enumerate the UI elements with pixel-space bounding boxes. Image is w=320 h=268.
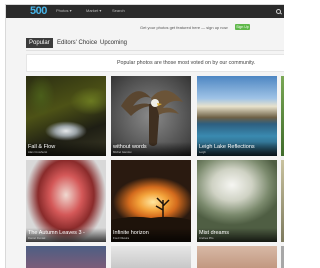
photo-card[interactable] xyxy=(197,246,277,268)
photo-author[interactable]: Michel Gierdov xyxy=(113,151,132,154)
photo-card[interactable]: Leigh Lake Reflections Leigh xyxy=(197,76,277,156)
photo-card[interactable] xyxy=(26,246,106,268)
tab-popular[interactable]: Popular xyxy=(26,38,53,48)
photo-title[interactable]: Leigh Lake Reflections xyxy=(199,144,255,150)
photo-card[interactable]: without words Michel Gierdov xyxy=(111,76,191,156)
subtitle-panel: Popular photos are those most voted on b… xyxy=(26,54,284,72)
photo-card[interactable] xyxy=(281,246,284,268)
photo-author[interactable]: Daniel Duniak xyxy=(28,237,45,240)
tabs-divider xyxy=(26,50,284,51)
photo-tabs: Popular Editors' Choice Upcoming xyxy=(26,37,284,49)
nav-search-link[interactable]: Search xyxy=(112,8,125,14)
photo-author[interactable]: Fred Oliveira xyxy=(113,237,129,240)
photo-card[interactable]: Mist dreams Andrea Pilo xyxy=(197,160,277,242)
tab-editors-choice[interactable]: Editors' Choice xyxy=(55,38,99,48)
nav-photos-menu[interactable]: Photos ▾ xyxy=(56,8,72,14)
photo-card[interactable] xyxy=(281,76,284,156)
promo-text: Get your photos get featured here — sign… xyxy=(140,25,228,30)
tab-upcoming[interactable]: Upcoming xyxy=(98,38,129,48)
top-navigation-bar: 500 Photos ▾ Market ▾ Search xyxy=(6,5,284,18)
browser-viewport: 500 Photos ▾ Market ▾ Search Get your ph… xyxy=(5,4,284,268)
subtitle-text: Popular photos are those most voted on b… xyxy=(117,60,256,66)
photo-author[interactable]: Alan Crowhurst xyxy=(28,151,47,154)
search-icon[interactable] xyxy=(276,9,281,14)
photo-card[interactable] xyxy=(111,246,191,268)
site-logo[interactable]: 500 xyxy=(30,6,47,17)
photo-card[interactable] xyxy=(281,160,284,242)
photo-author[interactable]: Leigh xyxy=(199,151,206,154)
photo-card[interactable]: Infinite horizon Fred Oliveira xyxy=(111,160,191,242)
photo-author[interactable]: Andrea Pilo xyxy=(199,237,213,240)
nav-market-menu[interactable]: Market ▾ xyxy=(86,8,101,14)
sign-up-button[interactable]: Sign Up xyxy=(235,24,250,30)
photo-card[interactable]: The Autumn Leaves 3 - Daniel Duniak xyxy=(26,160,106,242)
photo-card[interactable]: Fall & Flow Alan Crowhurst xyxy=(26,76,106,156)
promo-strip: Get your photos get featured here — sign… xyxy=(6,22,284,33)
